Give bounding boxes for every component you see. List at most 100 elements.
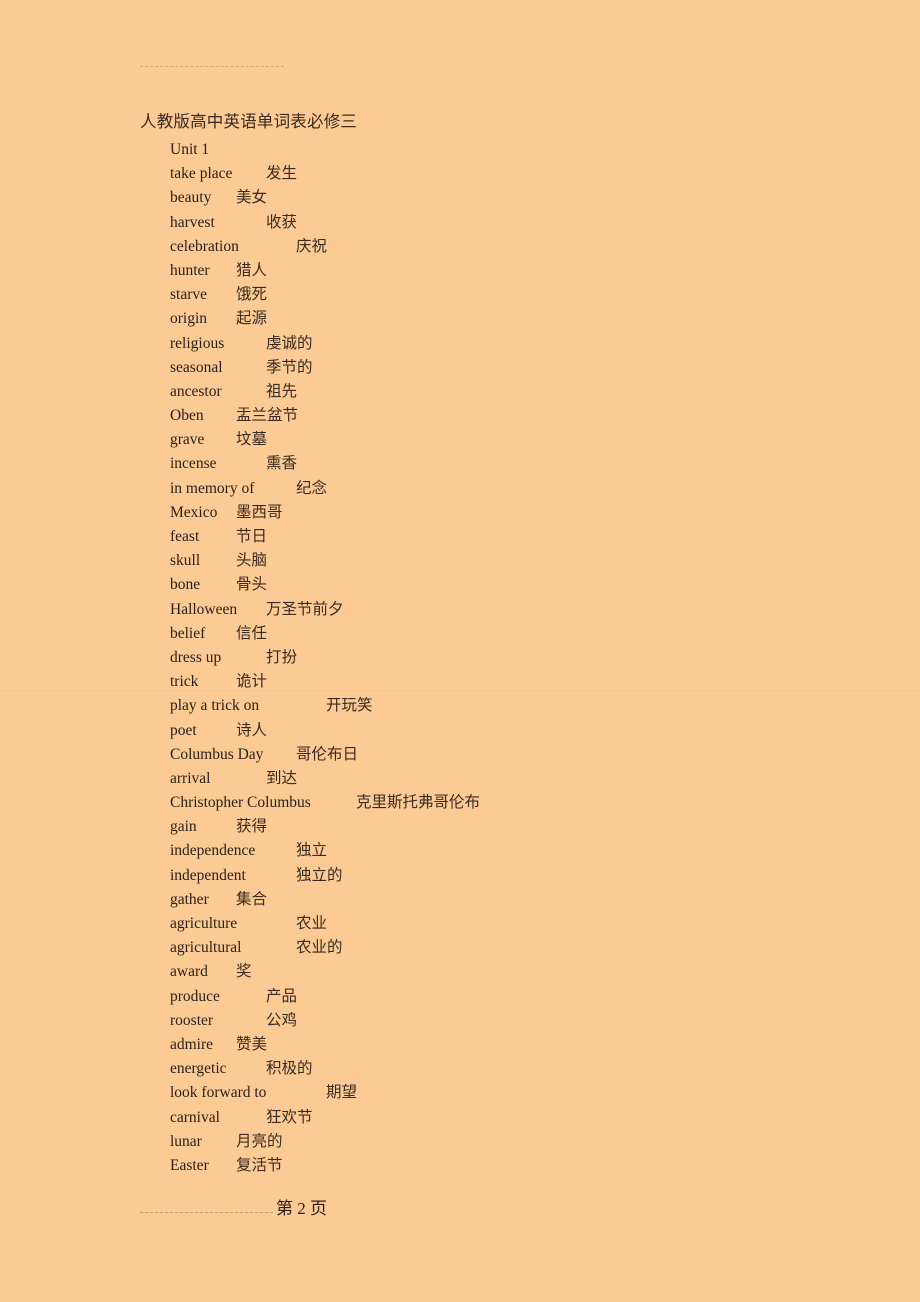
- vocabulary-row: lunar 月亮的: [170, 1130, 870, 1154]
- vocabulary-term: in memory of: [170, 479, 255, 497]
- vocabulary-gloss: 到达: [266, 769, 298, 787]
- vocabulary-gloss: 节日: [236, 528, 268, 545]
- vocabulary-row: Oben 盂兰盆节: [170, 404, 870, 428]
- vocabulary-gloss: 美女: [236, 189, 268, 207]
- page-title: 人教版高中英语单词表必修三: [140, 112, 358, 131]
- vocabulary-gloss: 产品: [266, 987, 298, 1005]
- vocabulary-term: dress up: [170, 648, 222, 666]
- vocabulary-gloss: 月亮的: [236, 1132, 283, 1150]
- vocabulary-row: bone 骨头: [170, 573, 870, 597]
- vocabulary-row: origin 起源: [170, 307, 870, 331]
- header-divider: [140, 66, 284, 67]
- page-number: 第 2 页: [276, 1199, 327, 1218]
- vocabulary-term: arrival: [170, 769, 211, 787]
- vocabulary-gloss: 农业: [296, 915, 328, 932]
- vocabulary-gloss: 虔诚的: [266, 334, 313, 352]
- vocabulary-term: hunter: [170, 261, 210, 279]
- vocabulary-gloss: 盂兰盆节: [236, 407, 299, 425]
- vocabulary-gloss: 集合: [236, 890, 268, 908]
- vocabulary-row: produce 产品: [170, 985, 870, 1009]
- vocabulary-row: agriculture 农业: [170, 912, 870, 936]
- vocabulary-term: poet: [170, 721, 197, 739]
- vocabulary-term: play a trick on: [170, 697, 260, 715]
- vocabulary-gloss: 发生: [266, 165, 298, 183]
- vocabulary-row: play a trick on 开玩笑: [170, 694, 870, 718]
- vocabulary-row: gather 集合: [170, 888, 870, 912]
- footer-divider: [140, 1212, 273, 1213]
- vocabulary-term: Halloween: [170, 600, 238, 618]
- vocabulary-term: feast: [170, 528, 200, 545]
- document-page: 人教版高中英语单词表必修三 Unit 1 take place 发生 beauty 美…: [0, 0, 920, 1302]
- vocabulary-row: starve 饿死: [170, 283, 870, 307]
- vocabulary-term: incense: [170, 455, 217, 473]
- vocabulary-term: agriculture: [170, 915, 238, 932]
- vocabulary-term: lunar: [170, 1132, 202, 1150]
- vocabulary-term: skull: [170, 552, 201, 570]
- vocabulary-row: agricultural 农业的: [170, 936, 870, 960]
- vocabulary-row: trick 诡计: [170, 670, 870, 694]
- vocabulary-gloss: 奖: [236, 963, 252, 981]
- vocabulary-gloss: 纪念: [296, 479, 328, 497]
- vocabulary-term: independence: [170, 842, 256, 860]
- vocabulary-gloss: 饿死: [236, 286, 268, 304]
- vocabulary-gloss: 庆祝: [296, 237, 328, 255]
- vocabulary-term: rooster: [170, 1011, 214, 1029]
- vocabulary-gloss: 狂欢节: [266, 1108, 313, 1126]
- vocabulary-gloss: 祖先: [266, 382, 298, 400]
- vocabulary-row: grave 坟墓: [170, 428, 870, 452]
- vocabulary-gloss: 克里斯托弗哥伦布: [356, 794, 481, 812]
- vocabulary-row: incense 熏香: [170, 452, 870, 476]
- vocabulary-row: Easter 复活节: [170, 1154, 870, 1178]
- vocabulary-row: religious 虔诚的: [170, 332, 870, 356]
- vocabulary-term: carnival: [170, 1108, 220, 1126]
- vocabulary-term: admire: [170, 1035, 214, 1053]
- vocabulary-gloss: 信任: [236, 624, 268, 642]
- vocabulary-gloss: 独立: [296, 842, 328, 860]
- vocabulary-term: harvest: [170, 213, 215, 231]
- vocabulary-gloss: 猎人: [236, 261, 268, 279]
- vocabulary-row: arrival 到达: [170, 767, 870, 791]
- vocabulary-term: beauty: [170, 189, 212, 207]
- vocabulary-term: Oben: [170, 407, 204, 425]
- vocabulary-term: take place: [170, 165, 233, 183]
- vocabulary-gloss: 独立的: [296, 866, 343, 884]
- vocabulary-gloss: 公鸡: [266, 1011, 298, 1029]
- vocabulary-row: beauty 美女: [170, 186, 870, 210]
- vocabulary-list: Unit 1 take place 发生 beauty 美女 harvest 收获 cele…: [170, 138, 870, 1178]
- vocabulary-gloss: 积极的: [266, 1060, 313, 1078]
- vocabulary-row: hunter 猎人: [170, 259, 870, 283]
- vocabulary-term: seasonal: [170, 358, 223, 376]
- vocabulary-term: Mexico: [170, 503, 218, 521]
- vocabulary-gloss: 头脑: [236, 552, 268, 570]
- vocabulary-row: independent 独立的: [170, 864, 870, 888]
- section-heading-label: Unit 1: [170, 141, 210, 158]
- vocabulary-row: ancestor 祖先: [170, 380, 870, 404]
- vocabulary-gloss: 期望: [326, 1084, 358, 1102]
- vocabulary-gloss: 诡计: [236, 673, 268, 691]
- vocabulary-term: grave: [170, 431, 205, 449]
- vocabulary-row: Columbus Day 哥伦布日: [170, 743, 870, 767]
- vocabulary-term: Easter: [170, 1156, 209, 1174]
- vocabulary-row: dress up 打扮: [170, 646, 870, 670]
- vocabulary-term: starve: [170, 286, 208, 304]
- vocabulary-row: Halloween 万圣节前夕: [170, 598, 870, 622]
- vocabulary-term: agricultural: [170, 939, 242, 957]
- vocabulary-row: Mexico 墨西哥: [170, 501, 870, 525]
- vocabulary-term: religious: [170, 334, 225, 352]
- vocabulary-row: gain 获得: [170, 815, 870, 839]
- vocabulary-gloss: 哥伦布日: [296, 745, 359, 763]
- vocabulary-gloss: 诗人: [236, 721, 268, 739]
- vocabulary-term: belief: [170, 624, 206, 642]
- vocabulary-term: Christopher Columbus: [170, 794, 311, 812]
- vocabulary-gloss: 农业的: [296, 939, 343, 957]
- page-footer: 第 2 页: [140, 1196, 560, 1224]
- vocabulary-term: origin: [170, 310, 208, 328]
- vocabulary-gloss: 收获: [266, 213, 298, 231]
- vocabulary-gloss: 熏香: [266, 455, 298, 473]
- vocabulary-gloss: 起源: [236, 310, 268, 328]
- vocabulary-row: take place 发生: [170, 162, 870, 186]
- vocabulary-term: look forward to: [170, 1084, 267, 1102]
- vocabulary-row: feast 节日: [170, 525, 870, 549]
- vocabulary-term: produce: [170, 987, 220, 1005]
- vocabulary-term: celebration: [170, 237, 239, 255]
